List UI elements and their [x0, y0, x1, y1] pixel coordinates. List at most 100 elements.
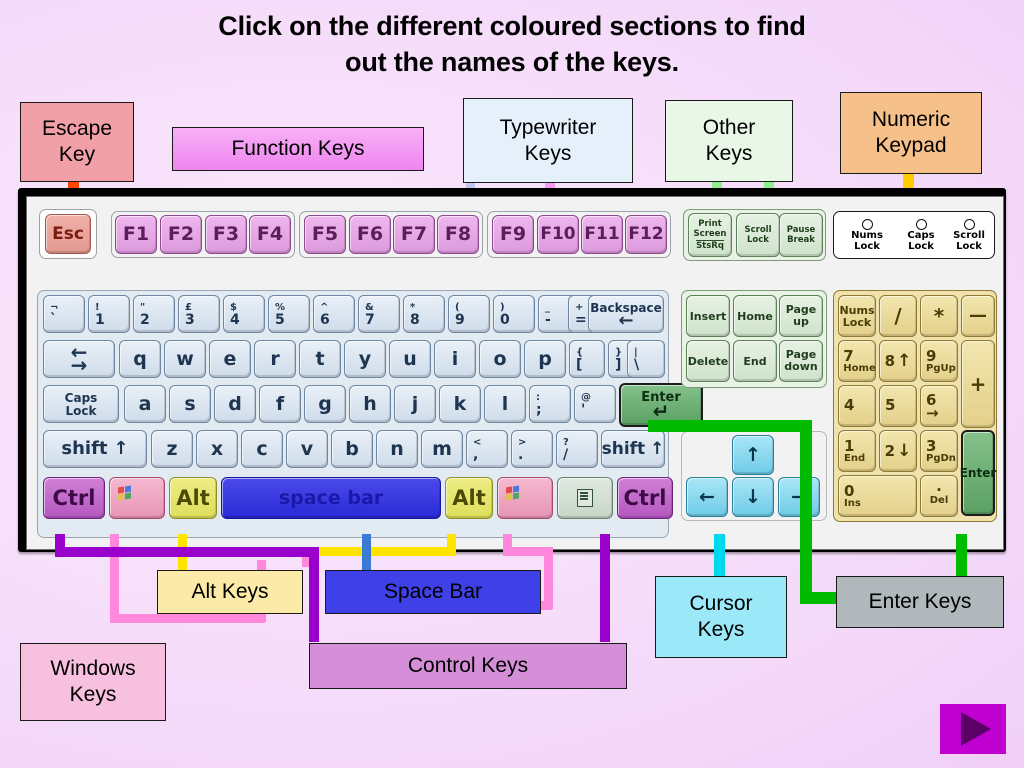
key-semicolon[interactable]: :; [529, 385, 571, 423]
callout-cursor-keys[interactable]: Cursor Keys [655, 576, 787, 658]
key-backspace[interactable]: Backspace ← [588, 295, 664, 333]
key-num-lock[interactable]: Nums Lock [838, 295, 876, 337]
key-i[interactable]: i [434, 340, 476, 378]
callout-escape-key[interactable]: Escape Key [20, 102, 134, 182]
key-f11[interactable]: F11 [581, 215, 623, 254]
key-f7[interactable]: F7 [393, 215, 435, 254]
key-z[interactable]: z [151, 430, 193, 468]
key-7[interactable]: & 7 [358, 295, 400, 333]
callout-numeric-keypad[interactable]: Numeric Keypad [840, 92, 982, 174]
key-insert[interactable]: Insert [686, 295, 730, 337]
key-9[interactable]: (9 [448, 295, 490, 333]
key-keypad-9[interactable]: 9 PgUp [920, 340, 958, 382]
key-keypad-2[interactable]: 2 ↓ [879, 430, 917, 472]
key-u[interactable]: u [389, 340, 431, 378]
key-scroll-lock[interactable]: Scroll Lock [736, 213, 780, 257]
key-backslash[interactable]: | \ [627, 340, 665, 378]
key-v[interactable]: v [286, 430, 328, 468]
key-r[interactable]: r [254, 340, 296, 378]
key-4[interactable]: $4 [223, 295, 265, 333]
key-t[interactable]: t [299, 340, 341, 378]
key-l[interactable]: l [484, 385, 526, 423]
key-backtick[interactable]: ¬ ` [43, 295, 85, 333]
key-keypad-6[interactable]: 6 → [920, 385, 958, 427]
key-keypad-8[interactable]: 8 ↑ [879, 340, 917, 382]
key-m[interactable]: m [421, 430, 463, 468]
key-f5[interactable]: F5 [304, 215, 346, 254]
key-home[interactable]: Home [733, 295, 777, 337]
key-3[interactable]: £3 [178, 295, 220, 333]
key-keypad-1[interactable]: 1 End [838, 430, 876, 472]
key-keypad-minus[interactable]: — [961, 295, 995, 337]
key-p[interactable]: p [524, 340, 566, 378]
key-1[interactable]: ! 1 [88, 295, 130, 333]
callout-enter-keys[interactable]: Enter Keys [836, 576, 1004, 628]
key-f[interactable]: f [259, 385, 301, 423]
key-2[interactable]: " 2 [133, 295, 175, 333]
key-n[interactable]: n [376, 430, 418, 468]
key-h[interactable]: h [349, 385, 391, 423]
key-delete[interactable]: Delete [686, 340, 730, 382]
key-keypad-0[interactable]: 0 Ins [838, 475, 917, 517]
key-print-screen[interactable]: Print Screen StsRq [688, 213, 732, 257]
key-caps-lock[interactable]: Caps Lock [43, 385, 119, 423]
key-end[interactable]: End [733, 340, 777, 382]
key-b[interactable]: b [331, 430, 373, 468]
key-y[interactable]: y [344, 340, 386, 378]
key-arrow-right[interactable]: → [778, 477, 820, 517]
key-apostrophe[interactable]: @ ' [574, 385, 616, 423]
next-slide-button[interactable] [940, 704, 1006, 754]
key-shift-right[interactable]: shift ↑ [601, 430, 665, 468]
key-esc[interactable]: Esc [45, 214, 91, 254]
key-s[interactable]: s [169, 385, 211, 423]
key-keypad-enter[interactable]: Enter [960, 430, 996, 516]
key-ctrl-left[interactable]: Ctrl [43, 477, 105, 519]
callout-alt-keys[interactable]: Alt Keys [157, 570, 303, 614]
key-q[interactable]: q [119, 340, 161, 378]
key-f8[interactable]: F8 [437, 215, 479, 254]
key-5[interactable]: % 5 [268, 295, 310, 333]
key-slash[interactable]: ? / [556, 430, 598, 468]
key-a[interactable]: a [124, 385, 166, 423]
key-keypad-4[interactable]: 4 [838, 385, 876, 427]
key-f4[interactable]: F4 [249, 215, 291, 254]
key-period[interactable]: >. [511, 430, 553, 468]
key-keypad-divide[interactable]: / [879, 295, 917, 337]
key-f6[interactable]: F6 [349, 215, 391, 254]
key-alt-left[interactable]: Alt [169, 477, 217, 519]
key-d[interactable]: d [214, 385, 256, 423]
key-bracket-left[interactable]: {[ [569, 340, 605, 378]
key-comma[interactable]: <, [466, 430, 508, 468]
key-arrow-left[interactable]: ← [686, 477, 728, 517]
key-pause-break[interactable]: Pause Break [779, 213, 823, 257]
key-page-up[interactable]: Page up [779, 295, 823, 337]
key-keypad-decimal[interactable]: · Del [920, 475, 958, 517]
key-keypad-plus[interactable]: + [961, 340, 995, 428]
key-o[interactable]: o [479, 340, 521, 378]
key-windows-left[interactable] [109, 477, 165, 519]
key-f9[interactable]: F9 [492, 215, 534, 254]
callout-space-bar[interactable]: Space Bar [325, 570, 541, 614]
key-e[interactable]: e [209, 340, 251, 378]
key-windows-right[interactable] [497, 477, 553, 519]
key-c[interactable]: c [241, 430, 283, 468]
callout-control-keys[interactable]: Control Keys [309, 643, 627, 689]
key-arrow-up[interactable]: ↑ [732, 435, 774, 475]
key-space-bar[interactable]: space bar [221, 477, 441, 519]
key-x[interactable]: x [196, 430, 238, 468]
key-j[interactable]: j [394, 385, 436, 423]
key-keypad-3[interactable]: 3 PgDn [920, 430, 958, 472]
key-alt-right[interactable]: Alt [445, 477, 493, 519]
callout-windows-keys[interactable]: Windows Keys [20, 643, 166, 721]
key-f10[interactable]: F10 [537, 215, 579, 254]
key-page-down[interactable]: Page down [779, 340, 823, 382]
callout-function-keys[interactable]: Function Keys [172, 127, 424, 171]
key-0[interactable]: ) 0 [493, 295, 535, 333]
key-f2[interactable]: F2 [160, 215, 202, 254]
key-keypad-5[interactable]: 5 [879, 385, 917, 427]
key-ctrl-right[interactable]: Ctrl [617, 477, 673, 519]
key-arrow-down[interactable]: ↓ [732, 477, 774, 517]
key-keypad-7[interactable]: 7 Home [838, 340, 876, 382]
key-w[interactable]: w [164, 340, 206, 378]
key-8[interactable]: * 8 [403, 295, 445, 333]
